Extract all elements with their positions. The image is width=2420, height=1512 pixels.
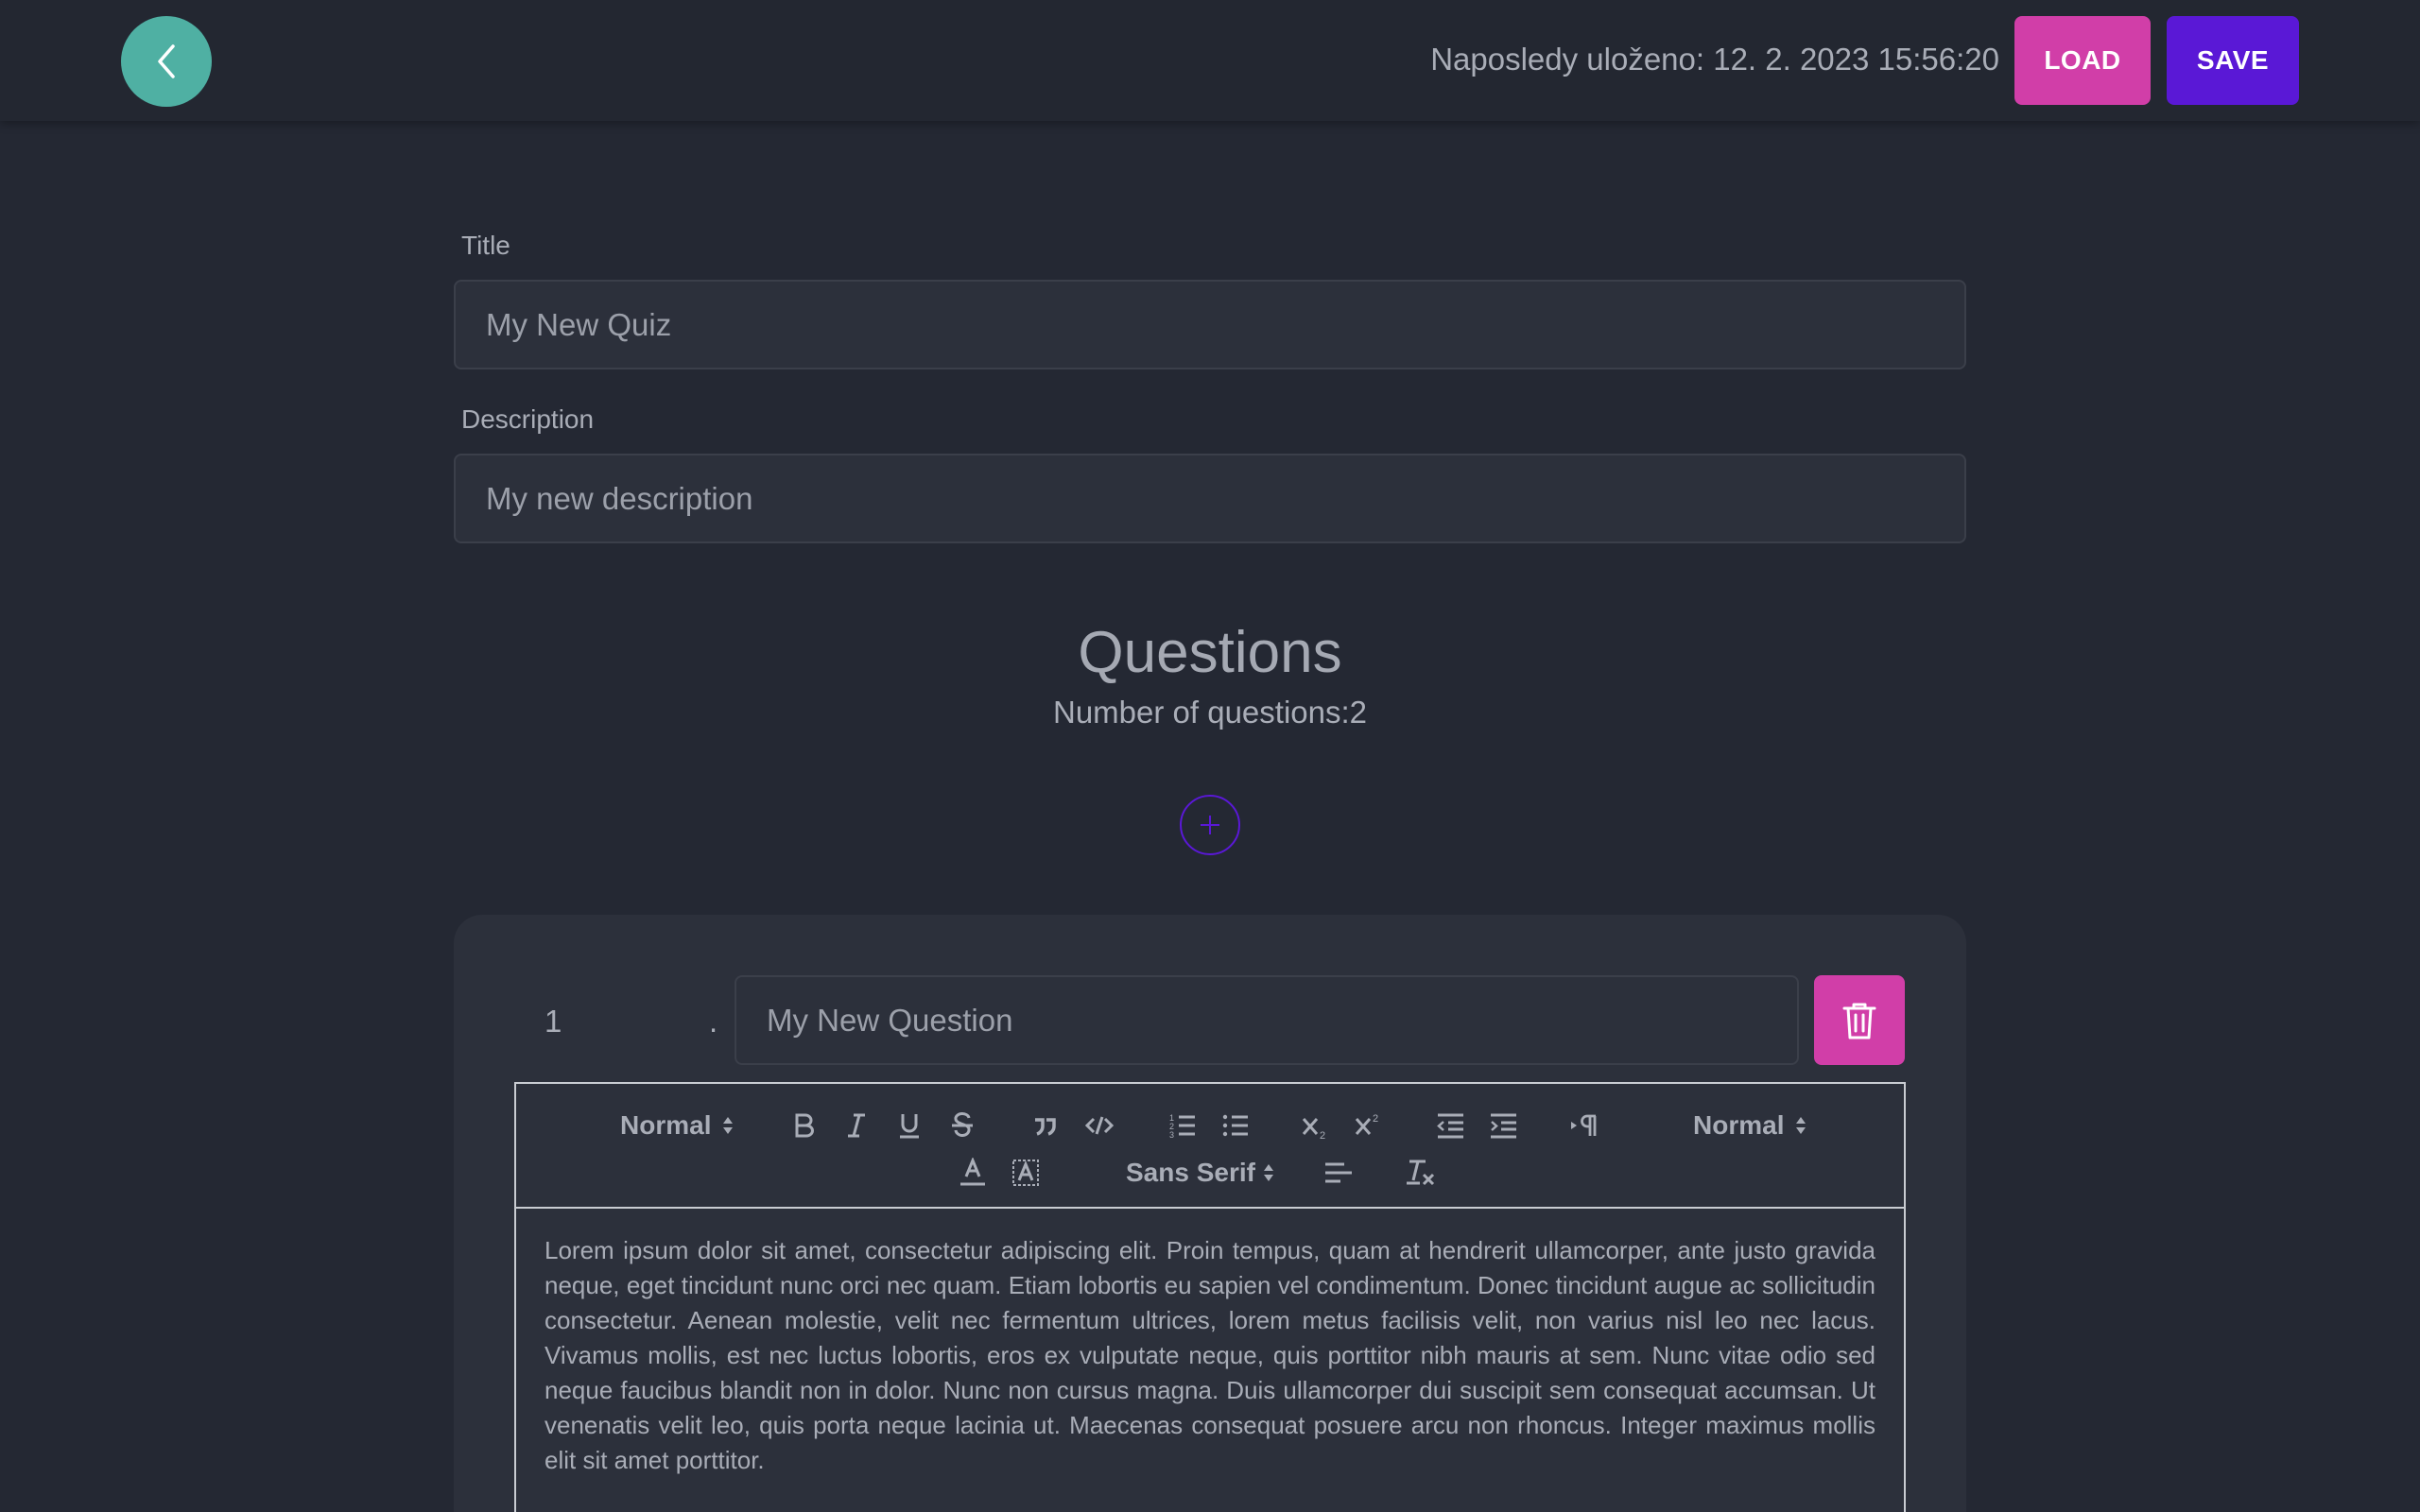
indent-icon — [1488, 1111, 1518, 1140]
subscript-button[interactable]: 2 — [1301, 1107, 1331, 1144]
description-input[interactable]: My new description — [454, 454, 1966, 543]
direction-icon — [1569, 1111, 1599, 1140]
italic-icon — [843, 1111, 870, 1140]
top-bar: Naposledy uloženo: 12. 2. 2023 15:56:20 … — [0, 0, 2420, 121]
svg-text:2: 2 — [1320, 1130, 1325, 1140]
question-body-editor[interactable]: Lorem ipsum dolor sit amet, consectetur … — [514, 1209, 1906, 1512]
ordered-list-icon: 123 — [1168, 1111, 1197, 1140]
background-color-button[interactable] — [1011, 1154, 1040, 1192]
strike-button[interactable] — [949, 1107, 976, 1144]
superscript-icon: 2 — [1354, 1111, 1384, 1140]
align-button[interactable] — [1323, 1154, 1354, 1192]
load-button[interactable]: LOAD — [2014, 16, 2151, 105]
text-color-button[interactable] — [959, 1154, 987, 1192]
description-label: Description — [461, 404, 595, 434]
bold-icon — [790, 1111, 817, 1140]
title-label: Title — [461, 231, 510, 260]
chevron-left-icon — [152, 43, 181, 80]
header-select[interactable]: Normal — [620, 1107, 734, 1144]
code-icon — [1085, 1111, 1114, 1140]
questions-heading: Questions — [1078, 620, 1342, 685]
size-select[interactable]: Normal — [1693, 1107, 1806, 1144]
font-select[interactable]: Sans Serif — [1126, 1154, 1274, 1192]
code-block-button[interactable] — [1085, 1107, 1114, 1144]
question-number-dot: . — [709, 1004, 718, 1039]
outdent-button[interactable] — [1435, 1107, 1465, 1144]
ordered-list-button[interactable]: 123 — [1168, 1107, 1197, 1144]
back-button[interactable] — [121, 16, 212, 107]
blockquote-icon — [1032, 1111, 1059, 1140]
bold-button[interactable] — [790, 1107, 817, 1144]
title-input[interactable]: My New Quiz — [454, 280, 1966, 369]
updown-icon — [1263, 1162, 1274, 1183]
svg-text:2: 2 — [1373, 1113, 1378, 1125]
clear-format-icon — [1405, 1158, 1437, 1188]
bullet-list-icon — [1221, 1111, 1250, 1140]
indent-button[interactable] — [1488, 1107, 1518, 1144]
font-select-value: Sans Serif — [1126, 1158, 1255, 1187]
svg-text:3: 3 — [1169, 1130, 1174, 1140]
underline-button[interactable] — [896, 1107, 923, 1144]
subscript-icon: 2 — [1301, 1111, 1331, 1140]
bullet-list-button[interactable] — [1221, 1107, 1250, 1144]
delete-question-button[interactable] — [1814, 975, 1905, 1065]
outdent-icon — [1435, 1111, 1465, 1140]
questions-count: Number of questions:2 — [1052, 695, 1367, 730]
question-number: 1 — [544, 1004, 562, 1039]
plus-icon — [1197, 812, 1223, 838]
editor-toolbar: Normal 123 2 2 Normal Sans Serif — [514, 1082, 1906, 1209]
header-select-value: Normal — [620, 1110, 712, 1140]
last-saved-status: Naposledy uloženo: 12. 2. 2023 15:56:20 — [1430, 42, 1999, 77]
updown-icon — [1795, 1115, 1806, 1136]
italic-button[interactable] — [843, 1107, 870, 1144]
updown-icon — [722, 1115, 734, 1136]
save-button[interactable]: SAVE — [2167, 16, 2299, 105]
align-icon — [1323, 1159, 1354, 1187]
strike-icon — [949, 1111, 976, 1140]
superscript-button[interactable]: 2 — [1354, 1107, 1384, 1144]
clear-format-button[interactable] — [1405, 1154, 1437, 1192]
trash-icon — [1841, 1000, 1878, 1041]
blockquote-button[interactable] — [1032, 1107, 1059, 1144]
text-color-icon — [959, 1158, 987, 1188]
add-question-button[interactable] — [1180, 795, 1240, 855]
question-body-text: Lorem ipsum dolor sit amet, consectetur … — [544, 1236, 1876, 1474]
text-direction-button[interactable] — [1569, 1107, 1599, 1144]
background-color-icon — [1011, 1158, 1040, 1188]
question-title-input[interactable]: My New Question — [735, 975, 1799, 1065]
underline-icon — [896, 1111, 923, 1140]
size-select-value: Normal — [1693, 1110, 1785, 1140]
